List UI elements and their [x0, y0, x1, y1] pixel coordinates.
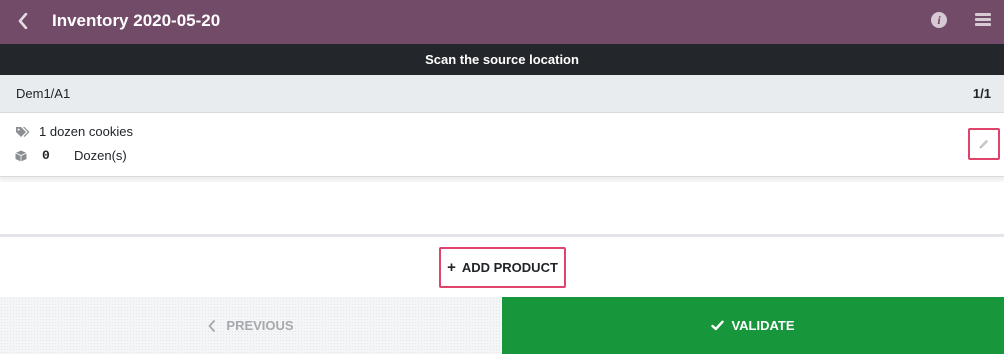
add-product-button[interactable]: + ADD PRODUCT: [439, 247, 566, 288]
edit-line-button[interactable]: [968, 128, 1000, 160]
location-name: Dem1/A1: [16, 86, 71, 101]
previous-button[interactable]: PREVIOUS: [0, 297, 502, 354]
page-title: Inventory 2020-05-20: [52, 11, 221, 30]
plus-icon: +: [447, 259, 456, 276]
scan-instruction-banner: Scan the source location: [0, 44, 1004, 75]
tags-icon: [16, 126, 30, 137]
chevron-left-icon: [209, 319, 216, 332]
add-product-label: ADD PRODUCT: [461, 260, 558, 275]
pencil-icon: [979, 139, 989, 149]
hamburger-menu-icon[interactable]: [975, 13, 991, 27]
previous-label: PREVIOUS: [226, 318, 294, 333]
product-name-row: 1 dozen cookies: [15, 124, 133, 139]
validate-button[interactable]: VALIDATE: [502, 297, 1004, 354]
chevron-left-icon: [18, 13, 28, 29]
empty-content-area: [0, 182, 1004, 234]
validate-label: VALIDATE: [731, 318, 795, 333]
location-header[interactable]: Dem1/A1 1/1: [0, 75, 1004, 113]
check-icon: [711, 320, 725, 331]
product-quantity-row: 0 Dozen(s): [15, 148, 127, 163]
info-icon[interactable]: i: [931, 12, 947, 28]
product-line[interactable]: 1 dozen cookies 0 Dozen(s): [0, 113, 1004, 177]
product-name: 1 dozen cookies: [39, 124, 133, 139]
quantity-value: 0: [42, 148, 50, 163]
top-navbar: Inventory 2020-05-20 i: [0, 0, 1004, 44]
cube-icon: [15, 150, 27, 161]
back-button[interactable]: [12, 8, 34, 34]
unit-of-measure: Dozen(s): [74, 148, 127, 163]
location-page-count: 1/1: [972, 86, 991, 101]
